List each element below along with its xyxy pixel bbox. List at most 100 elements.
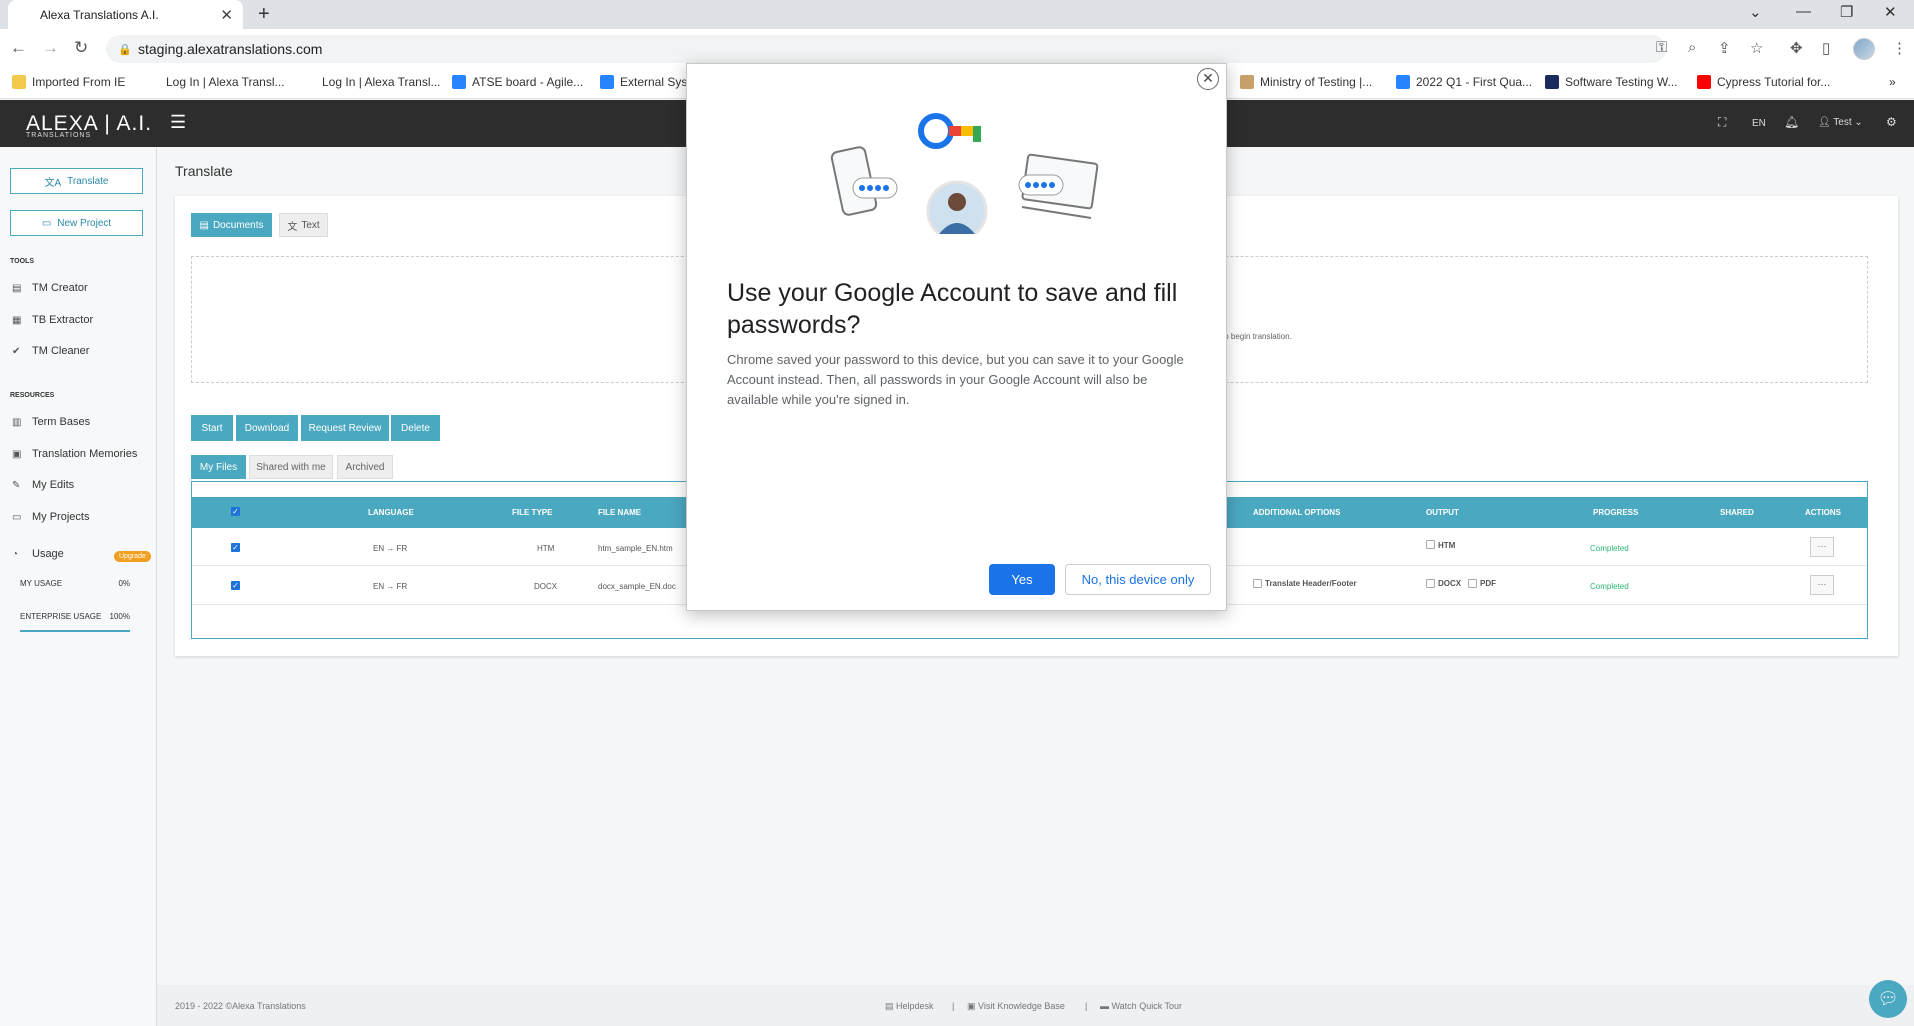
address-bar[interactable]: 🔒 staging.alexatranslations.com — [106, 35, 1666, 63]
select-all-checkbox[interactable]: ✓ — [231, 507, 240, 516]
tab-archived[interactable]: Archived — [337, 455, 393, 479]
cell-file-name[interactable]: docx_sample_EN.doc — [598, 582, 676, 591]
tab-search-icon[interactable]: ⌄ — [1749, 3, 1762, 21]
bookmark-item[interactable]: Log In | Alexa Transl... — [302, 75, 441, 89]
dialog-close-icon[interactable]: ✕ — [1197, 68, 1219, 90]
sidebar-item-tm-cleaner[interactable]: ✔ TM Cleaner — [12, 345, 89, 357]
download-button[interactable]: Download — [236, 415, 298, 441]
cell-output: PDF — [1480, 579, 1496, 588]
sidebar-item-usage[interactable]: ◔ Usage — [12, 548, 64, 560]
cell-file-type: HTM — [537, 544, 555, 553]
start-button[interactable]: Start — [191, 415, 233, 441]
output-checkbox[interactable] — [1426, 540, 1435, 549]
resources-heading: RESOURCES — [10, 392, 55, 399]
tab-my-files[interactable]: My Files — [191, 455, 246, 479]
bookmark-item[interactable]: Ministry of Testing |... — [1240, 75, 1372, 89]
document-icon: ▣ — [12, 448, 22, 460]
browser-tabstrip: Alexa Translations A.I. ✕ + ⌄ — ❐ ✕ — [0, 0, 1914, 29]
output-checkbox[interactable] — [1468, 579, 1477, 588]
column-header: PROGRESS — [1593, 508, 1639, 517]
cell-file-name[interactable]: htm_sample_EN.htm — [598, 544, 673, 553]
folder-icon — [12, 75, 26, 89]
profile-avatar[interactable] — [1853, 38, 1875, 60]
user-menu[interactable]: 👤︎ Test ⌄ — [1818, 117, 1863, 128]
cell-language: EN → FR — [373, 544, 408, 553]
bookmark-item[interactable]: Cypress Tutorial for... — [1697, 75, 1830, 89]
delete-button[interactable]: Delete — [391, 415, 440, 441]
reload-icon[interactable]: ↻ — [74, 38, 88, 58]
restore-icon[interactable]: ❐ — [1840, 3, 1853, 21]
status-completed: Completed — [1590, 582, 1629, 591]
bookmark-item[interactable]: Imported From IE — [12, 75, 125, 89]
mot-icon — [1240, 75, 1254, 89]
bookmark-item[interactable]: Software Testing W... — [1545, 75, 1678, 89]
sidebar-item-translation-memories[interactable]: ▣ Translation Memories — [12, 448, 137, 460]
extensions-icon[interactable]: ✥ — [1790, 39, 1803, 57]
share-icon[interactable]: ⇪ — [1718, 39, 1731, 57]
translate-button[interactable]: 文A Translate — [10, 168, 143, 194]
row-checkbox[interactable]: ✓ — [231, 543, 240, 552]
dropzone-text: to begin translation. — [1222, 332, 1292, 341]
tab-documents[interactable]: ▤ Documents — [191, 213, 272, 237]
row-actions-button[interactable]: ··· — [1810, 575, 1834, 595]
tab-text[interactable]: 文 Text — [279, 213, 328, 237]
tab-close-icon[interactable]: ✕ — [220, 6, 233, 24]
cell-language: EN → FR — [373, 582, 408, 591]
forward-icon[interactable]: → — [42, 38, 59, 58]
translate-icon: 文A — [44, 177, 62, 189]
back-icon[interactable]: ← — [10, 38, 27, 58]
book-icon: ▥ — [12, 416, 22, 428]
row-actions-button[interactable]: ··· — [1810, 537, 1834, 557]
upgrade-badge[interactable]: Upgrade — [114, 551, 151, 562]
minimize-icon[interactable]: — — [1796, 3, 1811, 20]
new-project-button[interactable]: ▭ New Project — [10, 210, 143, 236]
column-header: ACTIONS — [1805, 508, 1841, 517]
new-tab-icon[interactable]: + — [258, 3, 270, 26]
close-window-icon[interactable]: ✕ — [1884, 3, 1897, 21]
app-logo[interactable]: ALEXA | A.I. TRANSLATIONS — [26, 112, 152, 139]
hamburger-menu-icon[interactable]: ☰ — [170, 112, 186, 133]
tab-shared-with-me[interactable]: Shared with me — [249, 455, 333, 479]
bookmark-item[interactable]: Log In | Alexa Transl... — [146, 75, 285, 89]
sidebar-item-my-edits[interactable]: ✎ My Edits — [12, 479, 74, 491]
settings-gear-icon[interactable]: ⚙ — [1886, 115, 1897, 129]
no-this-device-only-button[interactable]: No, this device only — [1065, 564, 1211, 595]
bell-icon[interactable]: 🔔︎ — [1784, 115, 1799, 129]
tab-title: Alexa Translations A.I. — [40, 7, 159, 22]
sidebar: 文A Translate ▭ New Project TOOLS ▤ TM Creat… — [0, 147, 157, 1026]
browser-tab[interactable]: Alexa Translations A.I. ✕ — [8, 0, 243, 29]
menu-icon[interactable]: ⋮ — [1892, 39, 1907, 57]
sidepanel-icon[interactable]: ▯ — [1822, 39, 1830, 57]
helpdesk-link[interactable]: ▤ Helpdesk — [885, 1001, 934, 1012]
key-icon[interactable]: ⚿ — [1656, 39, 1667, 56]
bookmark-star-icon[interactable]: ☆ — [1750, 39, 1763, 57]
s-icon — [1545, 75, 1559, 89]
knowledge-base-link[interactable]: ▣ Visit Knowledge Base — [967, 1001, 1065, 1012]
sidebar-item-tm-creator[interactable]: ▤ TM Creator — [12, 282, 88, 294]
sidebar-item-tb-extractor[interactable]: ▦ TB Extractor — [12, 314, 93, 326]
youtube-icon — [1697, 75, 1711, 89]
brush-icon: ✔ — [12, 345, 21, 357]
bookmark-item[interactable]: ATSE board - Agile... — [452, 75, 583, 89]
bookmarks-overflow-icon[interactable]: » — [1889, 75, 1896, 89]
column-header: FILE TYPE — [512, 508, 553, 517]
column-header: LANGUAGE — [368, 508, 414, 517]
row-checkbox[interactable]: ✓ — [231, 581, 240, 590]
zoom-icon[interactable]: ⌕ — [1688, 39, 1696, 56]
language-selector[interactable]: EN — [1752, 118, 1766, 129]
quick-tour-link[interactable]: ▬ Watch Quick Tour — [1100, 1001, 1182, 1011]
bookmark-item[interactable]: 2022 Q1 - First Qua... — [1396, 75, 1532, 89]
chat-bubble-icon[interactable]: 💬︎ — [1869, 980, 1907, 1018]
sidebar-item-my-projects[interactable]: ▭ My Projects — [12, 511, 89, 523]
fullscreen-icon[interactable]: ⛶ — [1718, 115, 1726, 130]
sidebar-item-term-bases[interactable]: ▥ Term Bases — [12, 416, 90, 428]
folder-icon: ▭ — [41, 217, 52, 229]
request-review-button[interactable]: Request Review — [301, 415, 389, 441]
status-completed: Completed — [1590, 544, 1629, 553]
option-checkbox[interactable] — [1253, 579, 1262, 588]
tools-heading: TOOLS — [10, 258, 34, 265]
yes-button[interactable]: Yes — [989, 564, 1055, 595]
column-header: FILE NAME — [598, 508, 642, 517]
bookmark-item[interactable]: External Sys — [600, 75, 687, 89]
output-checkbox[interactable] — [1426, 579, 1435, 588]
